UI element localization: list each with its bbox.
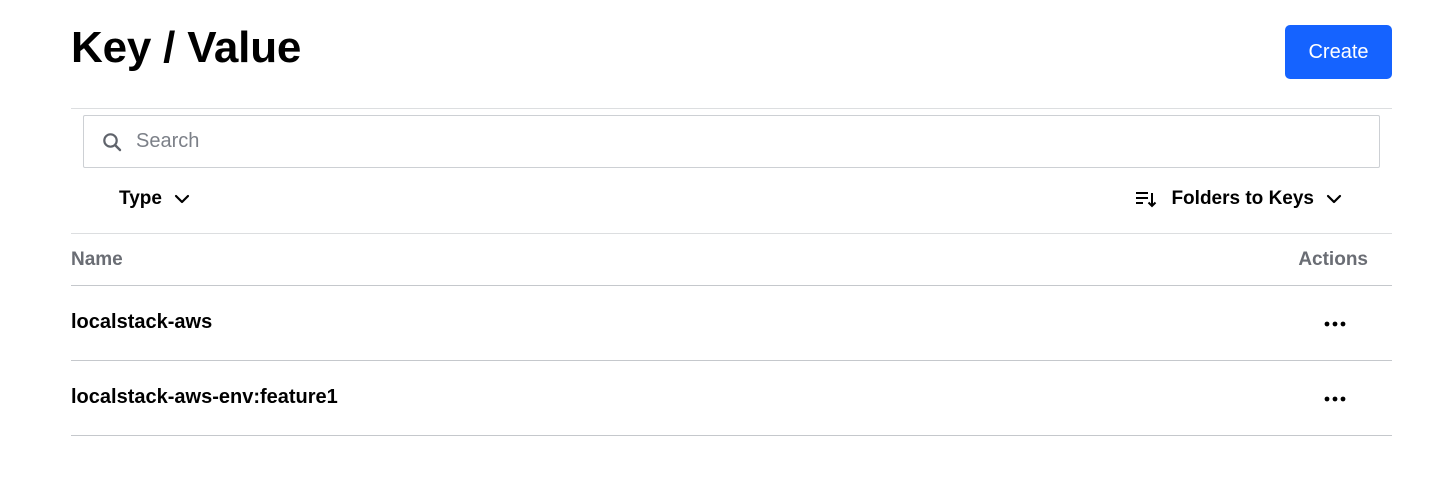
sort-icon (1136, 192, 1157, 208)
page-title: Key / Value (71, 23, 302, 72)
table-header: Name Actions (71, 234, 1392, 286)
column-header-actions: Actions (1298, 249, 1368, 270)
sort-label: Folders to Keys (1171, 188, 1314, 209)
type-filter-dropdown[interactable]: Type (119, 188, 190, 210)
more-horizontal-icon (1324, 396, 1346, 401)
more-horizontal-icon (1324, 321, 1346, 326)
row-name-link[interactable]: localstack-aws-env:feature1 (71, 386, 338, 409)
row-name-link[interactable]: localstack-aws (71, 311, 212, 334)
table-row[interactable]: localstack-aws (71, 286, 1392, 361)
more-actions-button[interactable] (1320, 310, 1350, 334)
type-filter-label: Type (119, 188, 162, 209)
search-input[interactable] (136, 116, 1366, 167)
key-value-page: Key / Value Create Type Folders to Keys (71, 0, 1392, 436)
search-box[interactable] (83, 115, 1380, 168)
search-icon (103, 133, 122, 152)
chevron-down-icon (1326, 194, 1342, 204)
filter-bar: Type Folders to Keys (71, 168, 1392, 234)
chevron-down-icon (174, 194, 190, 204)
more-actions-button[interactable] (1320, 385, 1350, 409)
create-button[interactable]: Create (1285, 25, 1392, 79)
column-header-name: Name (71, 249, 123, 270)
page-header: Key / Value Create (71, 0, 1392, 109)
sort-dropdown[interactable]: Folders to Keys (1135, 188, 1342, 210)
table-row[interactable]: localstack-aws-env:feature1 (71, 361, 1392, 436)
